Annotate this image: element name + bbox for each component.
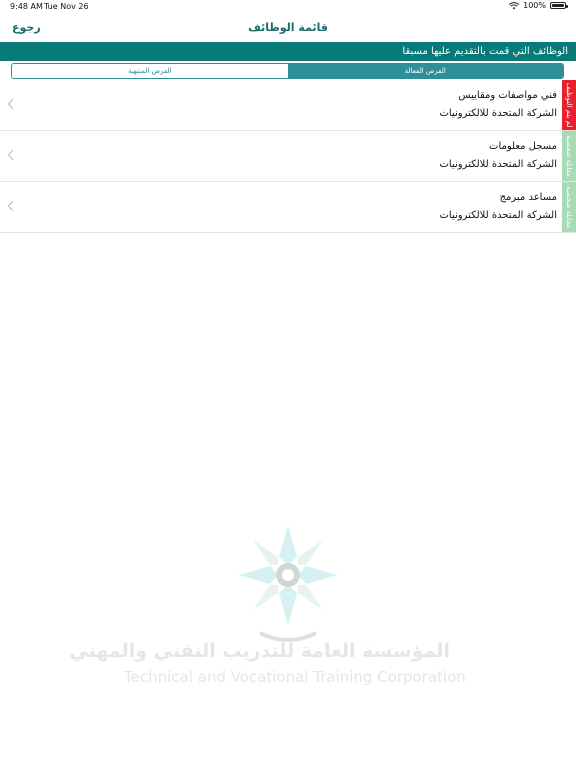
battery-icon [550, 2, 568, 9]
status-tag: مقابلة شخصية [562, 131, 576, 181]
wifi-icon [509, 1, 520, 9]
job-list-item[interactable]: مقابلة شخصية مسجل معلومات الشركة المتحدة… [0, 131, 576, 182]
section-header: الوظائف التي قمت بالتقديم عليها مسبقا [0, 42, 576, 61]
status-right: 100% [509, 1, 568, 10]
nav-bar: رجوع قائمة الوظائف [0, 14, 576, 42]
job-company: الشركة المتحدة للالكترونيات [439, 108, 557, 119]
status-tag: مقابلة شخصية [562, 182, 576, 232]
job-title: مسجل معلومات [489, 141, 557, 152]
chevron-left-icon [7, 200, 14, 212]
status-bar: 9:48 AM Tue Nov 26 100% [0, 0, 576, 14]
job-title: فني مواصفات ومقاييس [458, 90, 557, 101]
section-header-text: الوظائف التي قمت بالتقديم عليها مسبقا [402, 46, 568, 57]
org-name-arabic: المؤسسة العامة للتدريب التقني والمهني [69, 640, 450, 662]
job-list-item[interactable]: مقابلة شخصية مساعد مبرمج الشركة المتحدة … [0, 182, 576, 233]
status-tag-label: لم يتم التوظيف [565, 82, 573, 128]
status-time: 9:48 AM [10, 2, 43, 11]
chevron-left-icon [7, 149, 14, 161]
segment-expired-opportunities[interactable]: الفرص المنتهية [12, 64, 288, 78]
status-tag: لم يتم التوظيف [562, 80, 576, 130]
job-company: الشركة المتحدة للالكترونيات [439, 159, 557, 170]
battery-percent: 100% [523, 1, 546, 10]
status-date: Tue Nov 26 [44, 2, 89, 11]
segment-active-opportunities[interactable]: الفرص الفعالة [287, 64, 563, 78]
job-list-item[interactable]: لم يتم التوظيف فني مواصفات ومقاييس الشرك… [0, 80, 576, 131]
status-tag-label: مقابلة شخصية [565, 135, 573, 177]
job-company: الشركة المتحدة للالكترونيات [439, 210, 557, 221]
status-tag-label: مقابلة شخصية [565, 186, 573, 228]
job-title: مساعد مبرمج [499, 192, 557, 203]
page-title: قائمة الوظائف [248, 21, 328, 34]
chevron-left-icon [7, 98, 14, 110]
segmented-control: الفرص الفعالة الفرص المنتهية [11, 63, 564, 79]
org-name-english: Technical and Vocational Training Corpor… [124, 668, 466, 686]
job-list: لم يتم التوظيف فني مواصفات ومقاييس الشرك… [0, 80, 576, 233]
